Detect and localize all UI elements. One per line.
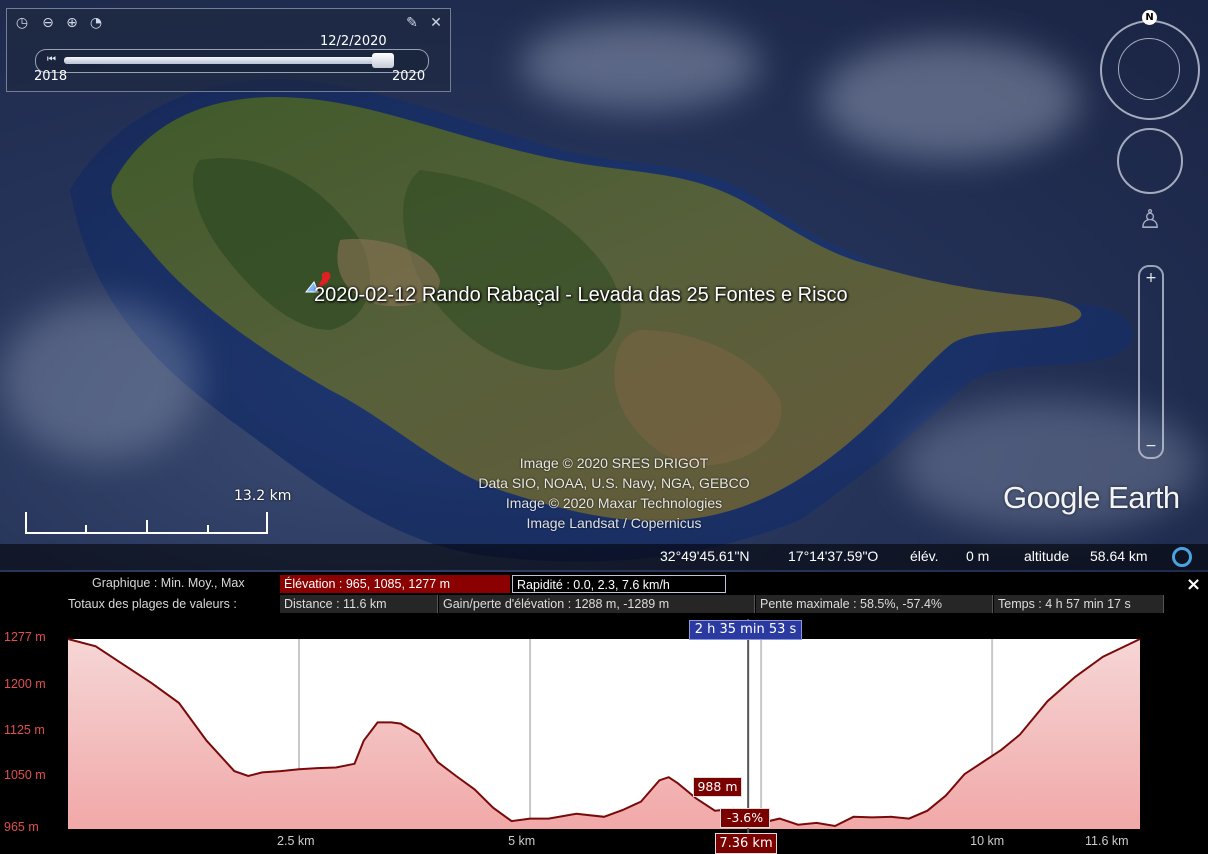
- zoom-in-time-icon[interactable]: ⊕: [64, 15, 80, 31]
- elevation-profile-panel: × Graphique : Min. Moy., Max Élévation :…: [0, 572, 1208, 854]
- y-tick-label: 1125 m: [4, 722, 45, 737]
- x-tick-label: 11.6 km: [1085, 834, 1129, 848]
- y-tick-label: 965 m: [4, 820, 39, 834]
- altitude-value: 58.64 km: [1090, 548, 1148, 564]
- zoom-slider[interactable]: + −: [1138, 265, 1164, 459]
- altitude-label: altitude: [1024, 548, 1070, 564]
- graph-label: Graphique : Min. Moy., Max: [92, 576, 245, 590]
- status-bar: 32°49'45.61"N 17°14'37.59"O élév. 0 m al…: [0, 544, 1208, 570]
- attribution-line: Image © 2020 SRES DRIGOT: [519, 455, 709, 471]
- cursor-time-label: 2 h 35 min 53 s: [689, 620, 802, 640]
- close-icon[interactable]: ✕: [428, 15, 444, 31]
- elevation-chart[interactable]: [0, 619, 1208, 854]
- move-joystick[interactable]: [1117, 128, 1183, 194]
- scale-label: 13.2 km: [234, 488, 292, 504]
- cursor-elevation-label: 988 m: [693, 777, 742, 797]
- attribution-line: Data SIO, NOAA, U.S. Navy, NGA, GEBCO: [478, 475, 750, 491]
- play-icon[interactable]: ◔: [88, 15, 104, 31]
- time-slider-panel: ◷ ⊖ ⊕ ◔ ✎ ✕ 12/2/2020 ⏮ 2018 2020: [6, 8, 451, 92]
- elevation-selector[interactable]: Élévation : 965, 1085, 1277 m: [280, 575, 510, 593]
- placemark-label[interactable]: 2020-02-12 Rando Rabaçal - Levada das 25…: [314, 284, 848, 307]
- slider-start-icon[interactable]: ⏮: [47, 55, 56, 65]
- google-earth-logo: Google Earth: [1003, 480, 1180, 515]
- look-joystick-inner: [1118, 38, 1180, 100]
- zoom-out-time-icon[interactable]: ⊖: [40, 15, 56, 31]
- cursor-slope-label: -3.6%: [720, 808, 770, 828]
- north-indicator[interactable]: N: [1142, 10, 1157, 25]
- totals-label: Totaux des plages de valeurs :: [68, 597, 237, 611]
- time-slider-date: 12/2/2020: [320, 34, 387, 49]
- look-joystick[interactable]: [1100, 20, 1200, 120]
- streaming-icon: [1172, 547, 1192, 567]
- wrench-icon[interactable]: ✎: [404, 15, 420, 31]
- zoom-in-icon[interactable]: +: [1144, 271, 1158, 285]
- street-view-pegman-icon[interactable]: ♙: [1138, 205, 1162, 255]
- elevation-label: élév.: [910, 548, 939, 564]
- clock-icon[interactable]: ◷: [14, 15, 30, 31]
- map-view[interactable]: ◷ ⊖ ⊕ ◔ ✎ ✕ 12/2/2020 ⏮ 2018 2020 N ♙ + …: [0, 0, 1208, 572]
- stat-max-slope: Pente maximale : 58.5%, -57.4%: [756, 595, 993, 613]
- elevation-value: 0 m: [966, 548, 990, 564]
- stat-time: Temps : 4 h 57 min 17 s: [994, 595, 1164, 613]
- scale-bar: [25, 512, 268, 534]
- time-slider-track[interactable]: ⏮: [35, 49, 429, 73]
- x-tick-label: 5 km: [508, 834, 536, 848]
- zoom-out-icon[interactable]: −: [1144, 439, 1158, 453]
- attribution-line: Image © 2020 Maxar Technologies: [505, 495, 723, 511]
- x-tick-label: 2.5 km: [277, 834, 315, 848]
- x-tick-label: 10 km: [970, 834, 1005, 848]
- speed-selector[interactable]: Rapidité : 0.0, 2.3, 7.6 km/h: [512, 575, 726, 593]
- time-slider-thumb[interactable]: [372, 53, 395, 68]
- stat-elevation-gain: Gain/perte d'élévation : 1288 m, -1289 m: [439, 595, 755, 613]
- slider-end-year: 2020: [392, 69, 426, 84]
- y-tick-label: 1277 m: [4, 630, 46, 644]
- attribution-line: Image Landsat / Copernicus: [526, 515, 702, 531]
- imagery-attribution: Image © 2020 SRES DRIGOT Data SIO, NOAA,…: [404, 453, 824, 533]
- close-profile-button[interactable]: ×: [1186, 574, 1201, 595]
- y-tick-label: 1050 m: [4, 768, 46, 783]
- cursor-distance-label: 7.36 km: [715, 833, 777, 854]
- longitude: 17°14'37.59"O: [788, 548, 879, 564]
- slider-start-year: 2018: [34, 69, 68, 84]
- y-tick-label: 1200 m: [4, 676, 46, 691]
- stat-distance: Distance : 11.6 km: [280, 595, 438, 613]
- time-slider-bar: [64, 57, 384, 64]
- latitude: 32°49'45.61"N: [660, 548, 750, 564]
